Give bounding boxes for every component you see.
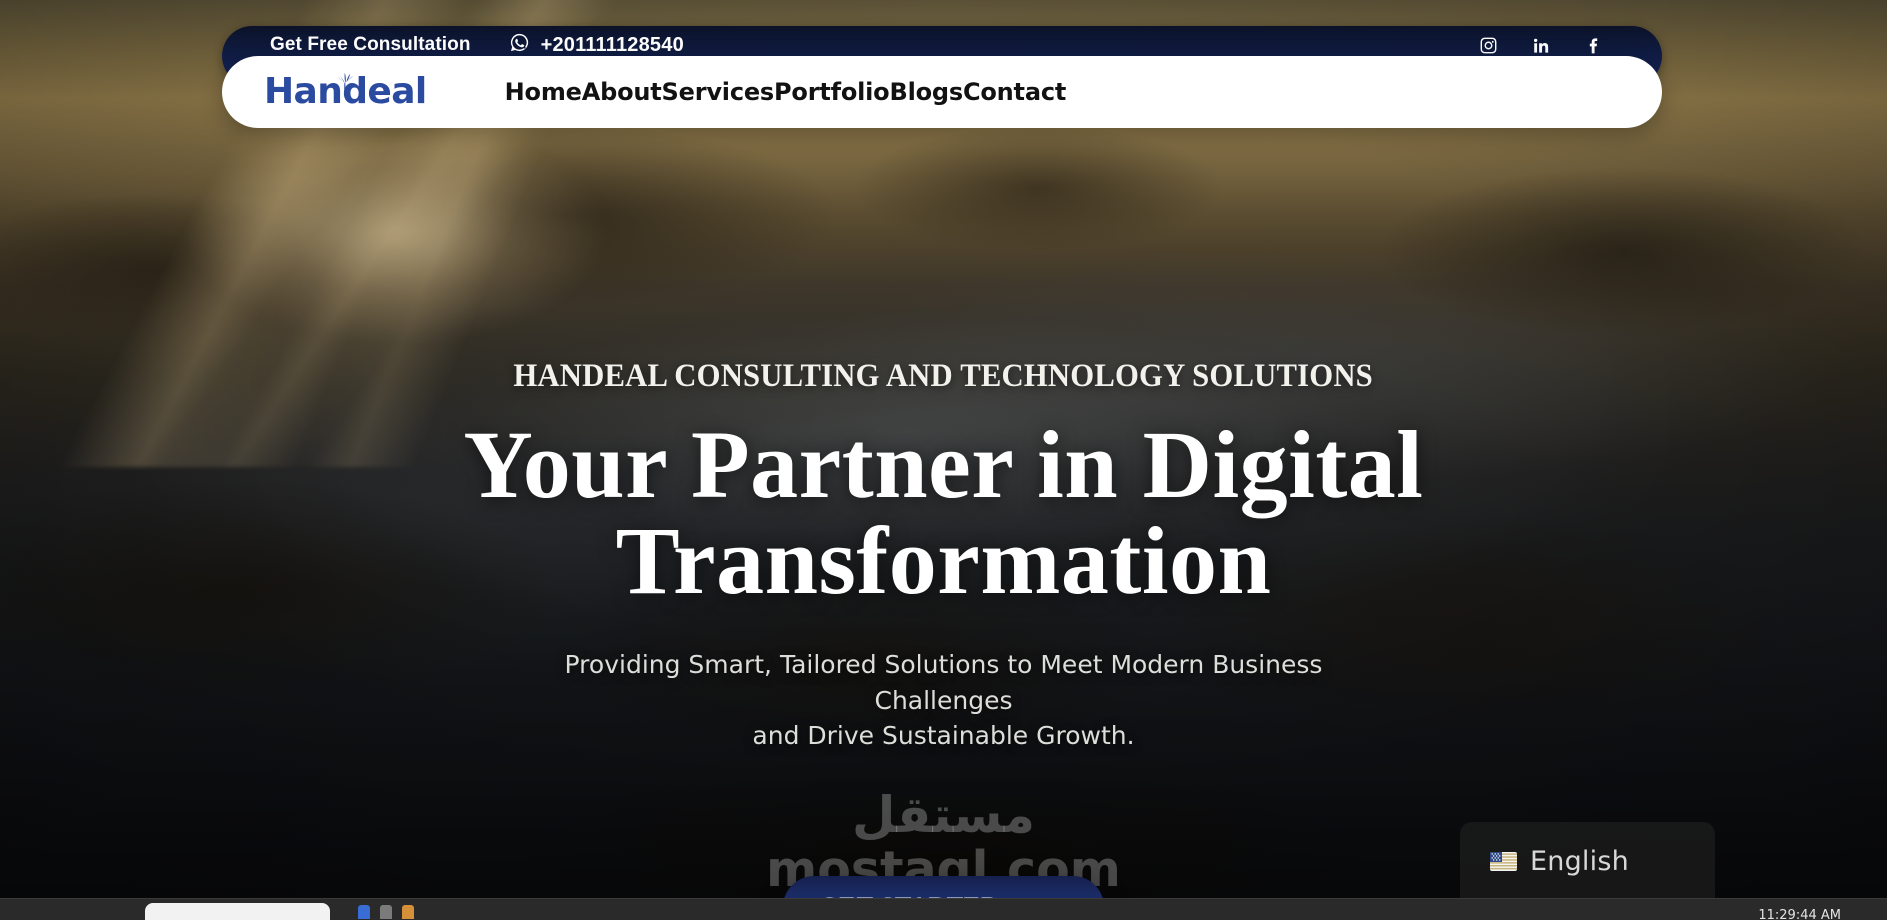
nav-item-blogs[interactable]: Blogs [889,72,963,112]
hero-headline-line-1: Your Partner in Digital [463,411,1424,518]
hero-eyebrow: HANDEAL CONSULTING AND TECHNOLOGY SOLUTI… [513,358,1374,394]
taskbar-clock: 11:29:44 AM [1758,908,1841,920]
nav-item-home[interactable]: Home [505,72,582,112]
taskbar-icon-gray[interactable] [380,905,392,919]
nav-item-services[interactable]: Services [662,72,775,112]
main-navigation-bar: Handeal Home About Services Portfolio Bl… [222,56,1662,128]
facebook-icon[interactable] [1585,36,1604,55]
hero-subheading-line-1: Providing Smart, Tailored Solutions to M… [564,650,1323,715]
nav-item-about[interactable]: About [582,72,662,112]
nav-links: Home About Services Portfolio Blogs Cont… [505,72,1618,112]
language-label: English [1530,845,1629,877]
site-header: Get Free Consultation +201111128540 Hand… [222,26,1662,128]
hero-headline: Your Partner in Digital Transformation [464,417,1424,609]
hero-subheading-line-2: and Drive Sustainable Growth. [752,721,1135,750]
phone-number: +201111128540 [540,33,684,56]
taskbar-icon-blue[interactable] [358,905,370,919]
language-switcher[interactable]: English [1460,822,1715,900]
browser-viewport: مستقل mostaql.com Get Free Consultation … [0,0,1887,920]
social-links [1479,36,1614,55]
logo-wordmark: Handeal [264,71,427,112]
linkedin-icon[interactable] [1532,36,1551,55]
whatsapp-icon [509,32,530,59]
get-free-consultation-link[interactable]: Get Free Consultation [270,34,471,56]
hero-subheading: Providing Smart, Tailored Solutions to M… [494,647,1394,754]
us-flag-icon [1490,851,1517,871]
phone-link[interactable]: +201111128540 [509,32,684,59]
site-logo[interactable]: Handeal [264,71,427,112]
hero-headline-line-2: Transformation [615,507,1272,614]
nav-item-portfolio[interactable]: Portfolio [774,72,890,112]
os-taskbar: 11:29:44 AM [0,898,1887,920]
hero-content: HANDEAL CONSULTING AND TECHNOLOGY SOLUTI… [0,0,1887,920]
instagram-icon[interactable] [1479,36,1498,55]
nav-item-contact[interactable]: Contact [963,72,1066,112]
taskbar-app-icons [358,905,414,919]
taskbar-icon-orange[interactable] [402,905,414,919]
taskbar-window-tab[interactable] [145,903,330,920]
